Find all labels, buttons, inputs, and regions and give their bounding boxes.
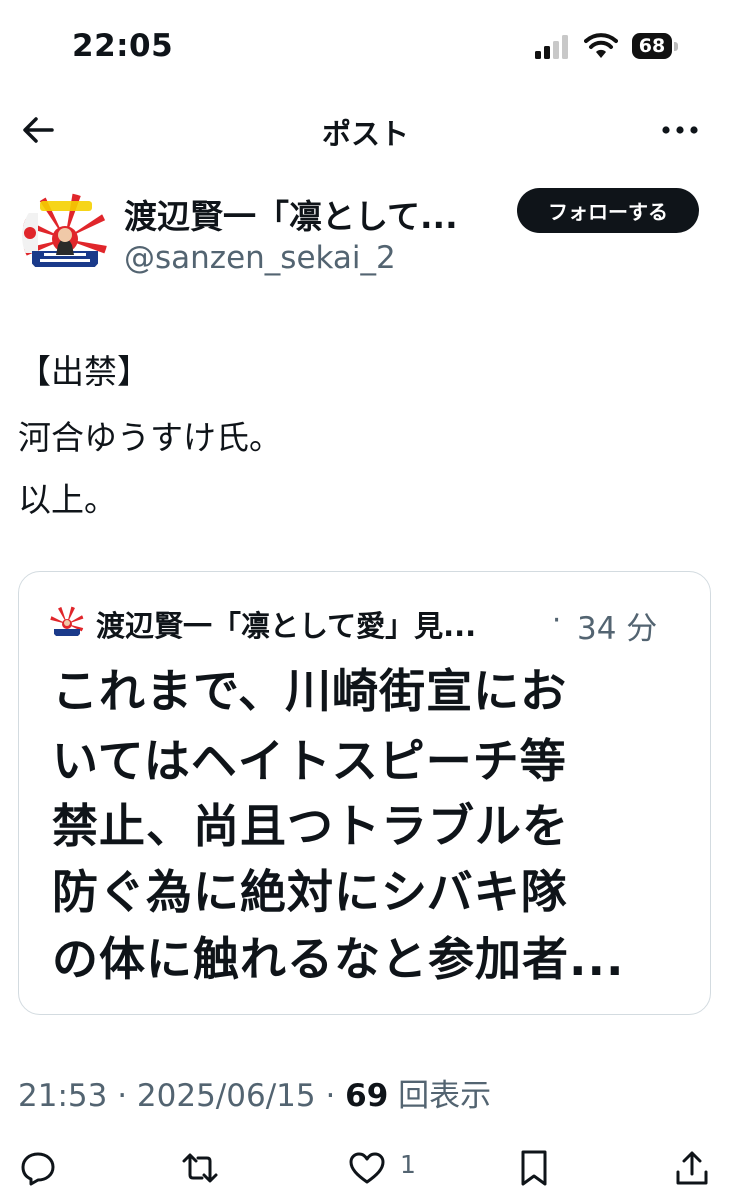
meta-separator: · <box>315 1078 346 1114</box>
quoted-text-line: 防ぐ為に絶対にシバキ隊 <box>52 865 568 919</box>
views-label: 回表示 <box>388 1078 492 1114</box>
separator-dot: · <box>552 603 562 637</box>
cellular-signal-icon <box>535 35 571 59</box>
meta-separator: · <box>107 1078 137 1114</box>
reply-icon[interactable] <box>18 1148 58 1188</box>
post-date: 2025/06/15 <box>136 1078 316 1114</box>
views-count[interactable]: 69 <box>345 1078 388 1114</box>
like-count: 1 <box>400 1150 416 1179</box>
quoted-text-line: の体に触れるなと参加者... <box>52 932 625 986</box>
quoted-text-line: これまで、川崎街宣にお <box>52 664 568 718</box>
quoted-author-avatar <box>50 606 84 640</box>
battery-level: 68 <box>632 33 672 59</box>
bookmark-icon[interactable] <box>514 1148 554 1188</box>
author-name[interactable]: 渡辺賢一「凛として... <box>124 190 504 238</box>
post-text-line: 以上。 <box>18 480 117 519</box>
quoted-text-line: 禁止、尚且つトラブルを <box>52 799 569 853</box>
quoted-text-line: いてはヘイトスピーチ等 <box>52 734 567 788</box>
post-time: 21:53 <box>18 1078 108 1114</box>
status-time: 22:05 <box>72 28 174 64</box>
wifi-icon <box>584 33 618 59</box>
share-icon[interactable] <box>672 1148 712 1188</box>
post-meta: 21:53 · 2025/06/15 · 69 回表示 <box>18 1070 491 1115</box>
post-text-line: 【出禁】 <box>18 352 150 391</box>
page-title: ポスト <box>321 117 409 151</box>
quoted-author-name: 渡辺賢一「凛として愛」見... <box>96 609 477 643</box>
post-text-line: 河合ゆうすけ氏。 <box>18 418 282 457</box>
author-handle[interactable]: @sanzen_sekai_2 <box>124 240 396 276</box>
heart-icon[interactable] <box>347 1148 387 1188</box>
battery-icon: 68 <box>632 33 680 61</box>
quoted-post-time: 34 分 <box>577 611 658 647</box>
author-avatar[interactable] <box>22 193 108 279</box>
more-options-icon[interactable] <box>658 113 702 145</box>
repost-icon[interactable] <box>180 1148 220 1188</box>
follow-button[interactable]: フォローする <box>517 188 699 233</box>
